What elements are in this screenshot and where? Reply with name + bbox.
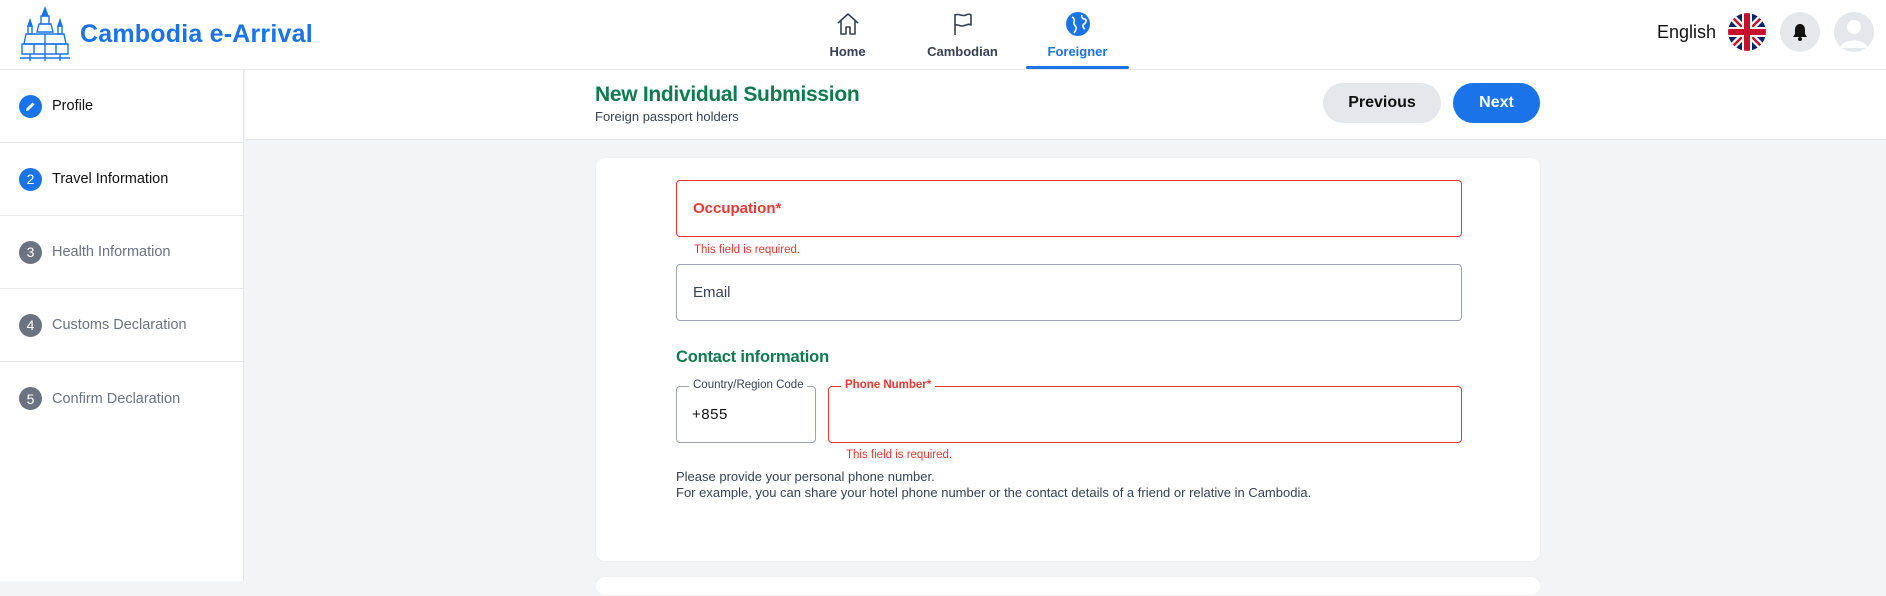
step-number: 2: [19, 167, 42, 191]
bell-icon: [1793, 24, 1807, 41]
edit-icon: [19, 94, 42, 118]
country-code-value: +855: [692, 406, 728, 423]
home-icon: [836, 13, 859, 35]
nav-home-label: Home: [829, 44, 866, 59]
angkor-wat-logo-icon: [20, 6, 70, 61]
language-label: English: [1656, 21, 1716, 42]
step-label: Confirm Declaration: [52, 390, 181, 407]
brand-title: Cambodia e-Arrival: [80, 19, 313, 48]
previous-button[interactable]: Previous: [1323, 83, 1441, 123]
app-header: Cambodia e-Arrival Home Cambodian Foreig…: [0, 0, 1886, 70]
brand[interactable]: Cambodia e-Arrival: [20, 6, 313, 62]
step-confirm-declaration[interactable]: 5 Confirm Declaration: [0, 362, 243, 435]
occupation-field[interactable]: Occupation*: [676, 180, 1462, 237]
step-number: 4: [19, 313, 42, 337]
globe-icon: [1065, 12, 1090, 36]
occupation-label: Occupation*: [693, 200, 782, 217]
phone-number-label: Phone Number*: [841, 379, 936, 391]
phone-help-line-1: Please provide your personal phone numbe…: [676, 469, 935, 484]
country-code-label: Country/Region Code: [689, 379, 807, 391]
header-actions: English: [1657, 12, 1874, 52]
step-label: Health Information: [52, 244, 171, 260]
nav-home[interactable]: Home: [790, 0, 905, 70]
step-profile[interactable]: Profile: [0, 70, 243, 143]
form-card: Occupation* This field is required. Emai…: [595, 157, 1541, 562]
submission-topbar: New Individual Submission Foreign passpo…: [245, 70, 1886, 140]
occupation-error: This field is required.: [694, 244, 801, 256]
user-avatar[interactable]: [1834, 12, 1874, 52]
next-button[interactable]: Next: [1453, 83, 1540, 123]
step-label: Travel Information: [52, 171, 169, 187]
user-icon: [1840, 20, 1868, 48]
step-customs-declaration[interactable]: 4 Customs Declaration: [0, 289, 243, 362]
email-field[interactable]: Email: [676, 264, 1462, 321]
email-label: Email: [693, 284, 731, 301]
steps-sidebar: Profile 2 Travel Information 3 Health In…: [0, 70, 244, 581]
main-nav: Home Cambodian Foreigner: [790, 0, 1135, 70]
step-number: 5: [19, 387, 42, 410]
phone-help-line-2: For example, you can share your hotel ph…: [676, 485, 1312, 500]
page-title: New Individual Submission: [595, 83, 860, 106]
page-subtitle: Foreign passport holders: [595, 109, 739, 124]
step-label: Customs Declaration: [52, 317, 187, 333]
notifications-button[interactable]: [1780, 12, 1820, 52]
country-code-field[interactable]: Country/Region Code +855: [676, 379, 816, 443]
step-number: 3: [19, 240, 42, 264]
step-health-information[interactable]: 3 Health Information: [0, 216, 243, 289]
nav-cambodian-label: Cambodian: [927, 44, 998, 59]
next-card-edge: [595, 576, 1541, 596]
nav-foreigner[interactable]: Foreigner: [1020, 0, 1135, 70]
uk-flag-icon: [1728, 13, 1766, 51]
phone-number-error: This field is required.: [846, 449, 953, 461]
contact-info-title: Contact information: [676, 348, 829, 366]
nav-cambodian[interactable]: Cambodian: [905, 0, 1020, 70]
language-selector[interactable]: English: [1657, 13, 1766, 51]
flag-icon: [953, 13, 972, 35]
nav-foreigner-label: Foreigner: [1047, 44, 1108, 59]
phone-number-field[interactable]: Phone Number*: [828, 379, 1462, 443]
step-label: Profile: [52, 98, 94, 114]
step-travel-information[interactable]: 2 Travel Information: [0, 143, 243, 216]
